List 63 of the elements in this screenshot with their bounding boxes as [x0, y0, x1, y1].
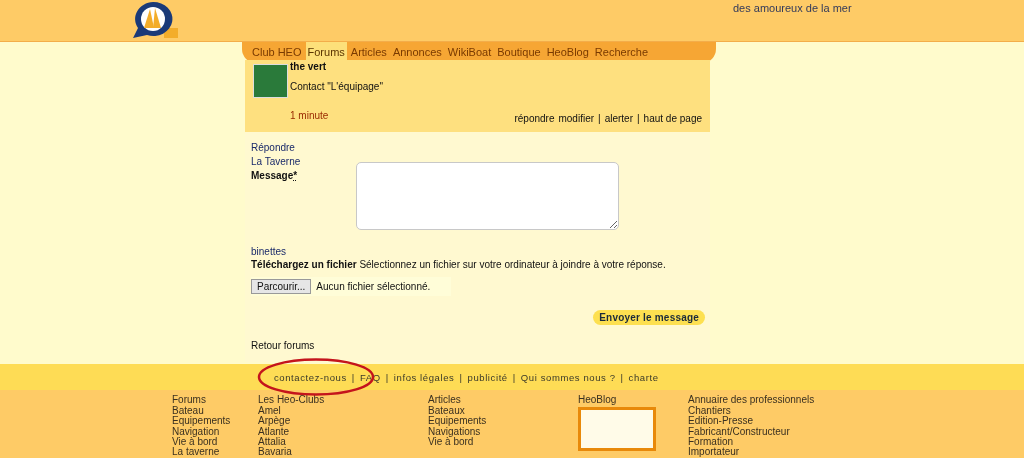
footer-column-title[interactable]: Forums	[172, 395, 206, 406]
nav-tab[interactable]: Annonces	[390, 42, 444, 63]
smileys-link[interactable]: binettes	[251, 246, 287, 257]
footer-link[interactable]: Qui sommes nous ?	[520, 371, 616, 383]
message-label: Message*	[251, 170, 299, 183]
footer-link[interactable]: Bateau	[172, 406, 204, 417]
post-action-link[interactable]: répondre	[514, 113, 555, 132]
post-action-link[interactable]: alerter	[604, 113, 633, 132]
footer-link[interactable]: Bavaria	[258, 447, 292, 458]
footer-link[interactable]: Navigations	[428, 426, 481, 437]
nav-tab[interactable]: WikiBoat	[445, 42, 494, 63]
browse-button[interactable]: Parcourir...	[251, 279, 312, 294]
nav-tab[interactable]: HeoBlog	[544, 42, 591, 63]
breadcrumb-link[interactable]: Répondre	[251, 141, 295, 155]
footer-link[interactable]: publicité	[467, 371, 508, 383]
footer-column-title[interactable]: Les Heo-Clubs	[258, 395, 325, 406]
post-action-link[interactable]: modifier	[558, 113, 595, 132]
separator: |	[637, 113, 640, 126]
footer-link[interactable]: Fabricant/Constructeur	[688, 426, 790, 437]
separator: |	[351, 371, 355, 383]
back-to-forums-link[interactable]: Retour forums	[251, 340, 315, 351]
footer-link[interactable]: charte	[628, 371, 659, 383]
avatar-photo-placeholder	[253, 64, 288, 98]
footer-link[interactable]: Chantiers	[688, 406, 731, 417]
separator: |	[385, 371, 389, 383]
file-status: Aucun fichier sélectionné.	[316, 281, 431, 292]
footer-link[interactable]: Navigation	[172, 426, 220, 437]
separator: |	[620, 371, 624, 383]
footer-link[interactable]: Equipements	[428, 416, 487, 427]
nav-tab[interactable]: Club HEO	[250, 42, 304, 63]
footer-column-title[interactable]: Articles	[428, 395, 461, 406]
footer-link[interactable]: Bateaux	[428, 406, 465, 417]
message-input[interactable]	[356, 162, 619, 230]
breadcrumb-link[interactable]: La Taverne	[251, 155, 301, 169]
footer-link[interactable]: Edition-Presse	[688, 416, 754, 427]
separator: |	[512, 371, 516, 383]
footer-link[interactable]: contactez-nous	[274, 371, 347, 383]
footer-link[interactable]: Formation	[688, 436, 733, 447]
post-author: the vert	[290, 61, 328, 72]
send-message-button[interactable]: Envoyer le message	[593, 310, 705, 325]
footer-column-title[interactable]: Annuaire des professionnels	[688, 395, 815, 406]
footer-link[interactable]: Vie à bord	[172, 436, 218, 447]
separator: |	[598, 113, 601, 126]
post-subject: Contact "L'équipage"	[290, 81, 384, 92]
post-action-link[interactable]: haut de page	[643, 113, 702, 132]
blog-screenshot-thumbnail[interactable]	[578, 407, 656, 452]
site-tagline: des amoureux de la mer	[733, 2, 852, 14]
footer-link[interactable]: infos légales	[393, 371, 455, 383]
nav-tab[interactable]: Boutique	[495, 42, 543, 63]
post-age: 1 minute	[290, 110, 329, 123]
footer-link[interactable]: Arpège	[258, 416, 291, 427]
footer-link[interactable]: Importateur	[688, 447, 740, 458]
footer-link[interactable]: Vie à bord	[428, 436, 474, 447]
footer-link[interactable]: Equipements	[172, 416, 231, 427]
upload-instructions: Téléchargez un fichier Sélectionnez un fichier sur votre ordinateur à joindre à votre réponse.	[251, 259, 667, 270]
nav-tab[interactable]: Recherche	[592, 42, 651, 63]
footer-link[interactable]: Atlante	[258, 426, 290, 437]
footer-link[interactable]: Amel	[258, 406, 281, 417]
nav-tab[interactable]: Articles	[348, 42, 389, 63]
footer-link[interactable]: La taverne	[172, 447, 220, 458]
footer-column-title[interactable]: HeoBlog	[578, 395, 617, 406]
separator: |	[459, 371, 463, 383]
footer-link[interactable]: Attalia	[258, 436, 286, 447]
